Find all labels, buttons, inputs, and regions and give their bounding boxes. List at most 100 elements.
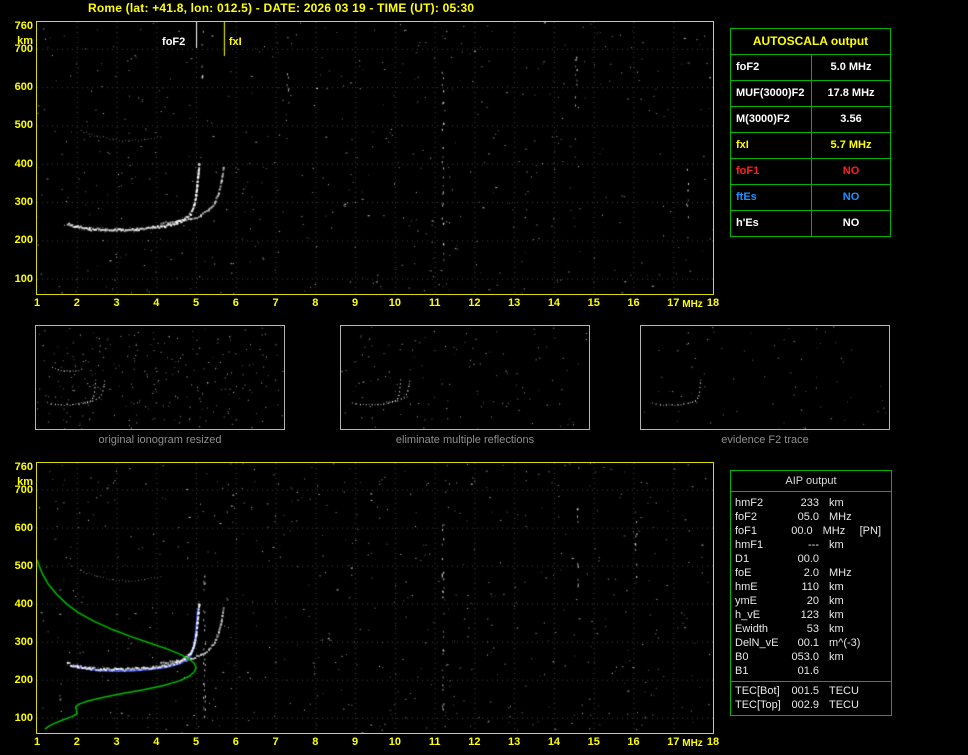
aip-row-B1: B1 01.6 bbox=[731, 664, 891, 678]
aip-value: 053.0 bbox=[791, 651, 819, 663]
x-tick-0-4: 4 bbox=[153, 297, 160, 309]
x-tick-1-2: 2 bbox=[73, 736, 80, 748]
autoscala-row-label: fxI bbox=[731, 133, 812, 158]
thumb-original-ionogram bbox=[35, 325, 285, 430]
foF2-marker-label: foF2 bbox=[162, 36, 186, 48]
aip-row-DelN_vE: DelN_vE 00.1 m^(-3) bbox=[731, 636, 891, 650]
x-tick-1-1: 1 bbox=[33, 736, 41, 748]
x-tick-1-8: 8 bbox=[312, 736, 319, 748]
aip-unit: km bbox=[829, 609, 844, 621]
aip-label: B1 bbox=[735, 665, 749, 677]
aip-note bbox=[869, 650, 887, 664]
aip-row-TEC[Top]: TEC[Top] 002.9 TECU bbox=[731, 698, 891, 712]
aip-label: hmF2 bbox=[735, 497, 764, 509]
aip-row-B0: B0 053.0 km bbox=[731, 650, 891, 664]
aip-value: 110 bbox=[801, 581, 819, 593]
aip-note bbox=[869, 552, 887, 566]
aip-unit: km bbox=[829, 651, 844, 663]
thumb-caption-original: original ionogram resized bbox=[98, 434, 222, 446]
aip-unit: TECU bbox=[829, 699, 859, 711]
aip-value: 53 bbox=[806, 623, 819, 635]
x-tick-0-16: 16 bbox=[627, 297, 640, 309]
aip-panel-title: AIP output bbox=[731, 471, 891, 492]
aip-note bbox=[869, 698, 887, 712]
x-tick-1-3: 3 bbox=[113, 736, 120, 748]
x-tick-0-17: 17 bbox=[667, 297, 680, 309]
x-tick-0-13: 13 bbox=[508, 297, 521, 309]
aip-label: Ewidth bbox=[735, 623, 769, 635]
autoscala-row-foF1: foF1 NO bbox=[731, 158, 890, 184]
thumb-eliminate-canvas bbox=[341, 326, 589, 429]
aip-row-Ewidth: Ewidth 53 km bbox=[731, 622, 891, 636]
x-tick-1-11: 11 bbox=[428, 736, 441, 748]
aip-label: B0 bbox=[735, 651, 749, 663]
autoscala-row-M(3000)F2: M(3000)F2 3.56 bbox=[731, 106, 890, 132]
aip-label: foE bbox=[735, 567, 752, 579]
aip-note bbox=[869, 636, 887, 650]
aip-value: 01.6 bbox=[797, 665, 819, 677]
aip-value: 20 bbox=[806, 595, 819, 607]
aip-label: TEC[Bot] bbox=[735, 685, 780, 697]
aip-note bbox=[869, 580, 887, 594]
x-tick-0-18: 18 bbox=[706, 297, 720, 309]
aip-unit: km bbox=[829, 539, 844, 551]
aip-value: 002.9 bbox=[791, 699, 819, 711]
x-tick-0-3: 3 bbox=[113, 297, 120, 309]
aip-unit: m^(-3) bbox=[829, 637, 861, 649]
thumb-evidence-canvas bbox=[641, 326, 889, 429]
aip-note bbox=[869, 608, 887, 622]
x-tick-0-8: 8 bbox=[312, 297, 319, 309]
aip-label: ymE bbox=[735, 595, 757, 607]
aip-unit: MHz bbox=[829, 511, 852, 523]
aip-label: D1 bbox=[735, 553, 750, 565]
x-tick-1-4: 4 bbox=[153, 736, 160, 748]
aip-label: h_vE bbox=[735, 609, 761, 621]
autoscala-rows: foF2 5.0 MHz MUF(3000)F2 17.8 MHz M(3000)F2 3… bbox=[731, 54, 890, 236]
aip-label: DelN_vE bbox=[735, 637, 779, 649]
aip-note bbox=[869, 664, 887, 678]
y-tick-1-100: 100 bbox=[14, 711, 33, 724]
aip-unit: MHz bbox=[822, 525, 846, 537]
aip-rows: hmF2 233 km foF2 05.0 MHz foF1 00.0 MHz [PN] hmF1-… bbox=[731, 496, 891, 712]
x-tick-0-2: 2 bbox=[73, 297, 80, 309]
autoscala-row-value: NO bbox=[842, 165, 860, 177]
aip-row-foE: foE 2.0 MHz bbox=[731, 566, 891, 580]
x-tick-0-15: 15 bbox=[587, 297, 600, 309]
x-tick-1-7: 7 bbox=[272, 736, 279, 748]
fxI-marker-label: fxI bbox=[228, 36, 242, 48]
aip-value: 2.0 bbox=[803, 567, 819, 579]
autoscala-row-label: ftEs bbox=[731, 185, 812, 210]
autoscala-panel-title: AUTOSCALA output bbox=[752, 34, 869, 48]
x-tick-1-10: 10 bbox=[388, 736, 401, 748]
autoscala-row-label: h'Es bbox=[731, 211, 812, 236]
aip-value: 123 bbox=[800, 609, 819, 621]
autoscala-row-value: 3.56 bbox=[840, 113, 862, 125]
autoscala-row-label: M(3000)F2 bbox=[731, 107, 812, 132]
aip-unit: km bbox=[829, 497, 844, 509]
autoscala-row-ftEs: ftEs NO bbox=[731, 184, 890, 210]
ionogram-plot-bottom bbox=[36, 462, 714, 734]
y-tick-0-300: 300 bbox=[14, 196, 33, 209]
y-tick-0-500: 500 bbox=[14, 119, 33, 132]
x-axis-unit-0: MHz bbox=[682, 299, 703, 310]
thumb-evidence-f2 bbox=[640, 325, 890, 430]
x-tick-0-1: 1 bbox=[33, 297, 41, 309]
aip-row-D1: D1 00.0 bbox=[731, 552, 891, 566]
thumb-caption-eliminate: eliminate multiple reflections bbox=[395, 434, 535, 446]
autoscala-row-h'Es: h'Es NO bbox=[731, 210, 890, 236]
aip-note bbox=[869, 684, 887, 698]
aip-value: 233 bbox=[800, 497, 819, 509]
aip-value: 001.5 bbox=[791, 685, 819, 697]
y-tick-1-300: 300 bbox=[14, 635, 33, 648]
aip-note bbox=[869, 538, 887, 552]
aip-unit: km bbox=[829, 595, 844, 607]
x-tick-0-9: 9 bbox=[352, 297, 359, 309]
x-tick-1-9: 9 bbox=[352, 736, 359, 748]
y-tick-0-600: 600 bbox=[14, 81, 33, 94]
x-tick-1-18: 18 bbox=[706, 736, 720, 748]
aip-label: foF2 bbox=[735, 511, 758, 523]
aip-unit: MHz bbox=[829, 567, 852, 579]
ionogram-plot-top bbox=[36, 21, 714, 295]
y-tick-1-760: 760 bbox=[14, 460, 33, 473]
x-tick-1-16: 16 bbox=[627, 736, 640, 748]
